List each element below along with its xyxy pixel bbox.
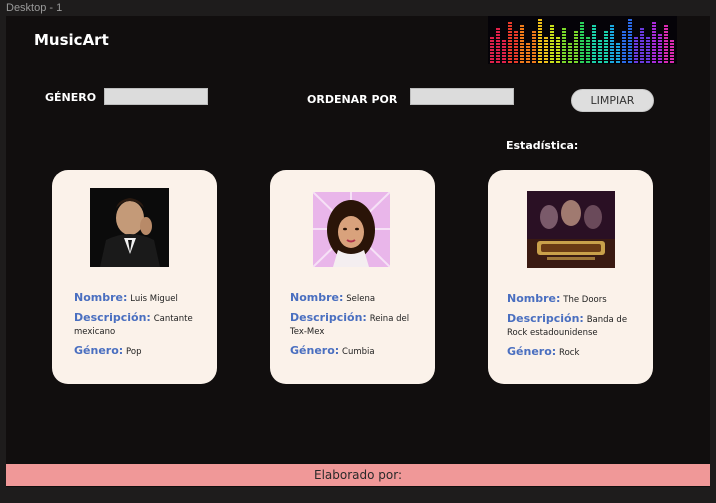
description-label: Descripción: (290, 311, 367, 324)
artboard: MusicArt GÉNERO ORDENAR POR LIMPIAR Esta… (6, 16, 710, 487)
genre-label: Género: (507, 345, 557, 358)
order-by-label: ORDENAR POR (307, 93, 398, 106)
order-by-input[interactable] (410, 88, 514, 105)
genre-filter-input[interactable] (104, 88, 208, 105)
artist-info: Nombre: Luis Miguel Descripción: Cantant… (74, 291, 207, 364)
artist-card[interactable]: Nombre: Selena Descripción: Reina del Te… (270, 170, 435, 384)
artist-card[interactable]: Nombre: Luis Miguel Descripción: Cantant… (52, 170, 217, 384)
statistics-label: Estadística: (506, 139, 579, 152)
description-label: Descripción: (507, 312, 584, 325)
footer-credit: Elaborado por: (313, 468, 402, 482)
name-label: Nombre: (507, 292, 561, 305)
album-cover-icon (527, 191, 615, 268)
artist-info: Nombre: The Doors Descripción: Banda de … (507, 292, 643, 365)
genre-label: Género: (74, 344, 124, 357)
artist-info: Nombre: Selena Descripción: Reina del Te… (290, 291, 425, 364)
genre-label: Género: (290, 344, 340, 357)
equalizer-icon (488, 16, 677, 64)
artist-genre: Pop (126, 347, 142, 357)
app-logo[interactable]: MusicArt (34, 31, 109, 49)
artist-genre: Cumbia (342, 347, 375, 357)
genre-filter-label: GÉNERO (45, 91, 97, 104)
artist-name: The Doors (563, 295, 607, 305)
artist-photo-icon (90, 188, 169, 267)
name-label: Nombre: (74, 291, 128, 304)
artist-name: Luis Miguel (130, 294, 178, 304)
frame-label: Desktop - 1 (6, 2, 63, 14)
artist-name: Selena (346, 294, 376, 304)
artist-genre: Rock (559, 348, 580, 358)
description-label: Descripción: (74, 311, 151, 324)
artist-photo-icon (313, 192, 390, 267)
artist-card[interactable]: Nombre: The Doors Descripción: Banda de … (488, 170, 653, 384)
footer-bar: Elaborado por: (6, 464, 710, 486)
name-label: Nombre: (290, 291, 344, 304)
clear-button[interactable]: LIMPIAR (571, 89, 654, 112)
